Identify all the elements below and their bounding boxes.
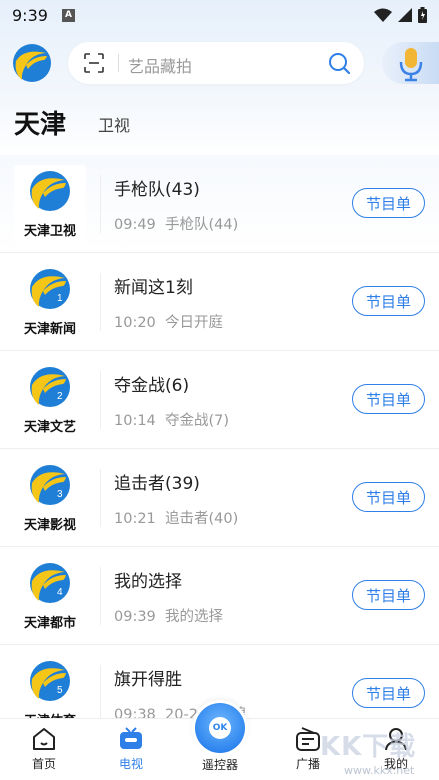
next-program: 10:14 夺金战(7) [114, 413, 230, 429]
now-playing: 夺金战(6) [114, 376, 190, 396]
channel-logo-name: 天津文艺 [23, 420, 76, 435]
divider [100, 469, 101, 527]
divider [100, 567, 101, 625]
nav-radio[interactable]: 广播 [278, 725, 338, 775]
channel-row[interactable]: 4 天津都市 我的选择 09:39 我的选择 节目单 [0, 547, 439, 645]
program-guide-button[interactable]: 节目单 [352, 580, 425, 610]
next-program: 10:20 今日开庭 [114, 315, 224, 331]
tianjin-tv-logo-icon [30, 171, 70, 211]
app-header: 艺品藏拍 [0, 40, 439, 88]
channel-logo: 2 天津文艺 [14, 361, 86, 439]
next-program: 09:39 我的选择 [114, 609, 224, 625]
channel-logo: 1 天津新闻 [14, 263, 86, 341]
radio-icon [296, 727, 320, 751]
nav-tv[interactable]: 电视 [101, 725, 161, 775]
divider [100, 665, 101, 723]
channel-number: 4 [57, 587, 63, 598]
search-input[interactable]: 艺品藏拍 [128, 53, 192, 77]
program-guide-button[interactable]: 节目单 [352, 678, 425, 708]
program-guide-button[interactable]: 节目单 [352, 188, 425, 218]
now-playing: 旗开得胜 [114, 670, 182, 690]
next-program: 09:49 手枪队(44) [114, 217, 239, 233]
user-icon [385, 728, 407, 751]
scan-icon[interactable] [84, 53, 104, 73]
search-icon[interactable] [328, 52, 350, 74]
status-icons [374, 7, 427, 23]
divider [100, 371, 101, 429]
microphone-icon [399, 48, 423, 82]
channel-logo-name: 天津影视 [23, 518, 76, 533]
nav-home[interactable]: 首页 [14, 725, 74, 775]
nav-tv-label: 电视 [118, 757, 143, 771]
remote-control-button[interactable]: OK [192, 700, 248, 756]
remote-ok-label: OK [209, 717, 231, 739]
channel-number: 3 [57, 489, 63, 500]
tianjin-tv-logo-icon: 2 [30, 367, 70, 407]
voice-search-button[interactable] [382, 42, 439, 84]
channel-logo-name: 天津新闻 [23, 322, 76, 337]
tianjin-tv-logo-icon: 4 [30, 563, 70, 603]
channel-logo: 4 天津都市 [14, 557, 86, 635]
region-title[interactable]: 天津 [14, 104, 66, 141]
tianjin-tv-logo-icon: 3 [30, 465, 70, 505]
next-program: 10:21 追击者(40) [114, 511, 239, 527]
nav-home-label: 首页 [31, 757, 56, 771]
tab-satellite[interactable]: 卫视 [98, 112, 130, 136]
channel-row[interactable]: 2 天津文艺 夺金战(6) 10:14 夺金战(7) 节目单 [0, 351, 439, 449]
channel-number: 1 [57, 293, 63, 304]
channel-row[interactable]: 3 天津影视 追击者(39) 10:21 追击者(40) 节目单 [0, 449, 439, 547]
divider [100, 273, 101, 331]
channel-row[interactable]: 1 天津新闻 新闻这1刻 10:20 今日开庭 节目单 [0, 253, 439, 351]
channel-logo-name: 天津都市 [23, 616, 76, 631]
battery-icon [418, 7, 427, 23]
tv-icon [120, 727, 142, 749]
tianjin-tv-logo-icon: 5 [30, 661, 70, 701]
program-guide-button[interactable]: 节目单 [352, 286, 425, 316]
app-logo-icon[interactable] [12, 43, 52, 83]
region-tabs: 天津 卫视 [0, 100, 439, 144]
nav-mine-label: 我的 [383, 757, 408, 771]
home-icon [33, 728, 55, 750]
channel-row[interactable]: 天津卫视 手枪队(43) 09:49 手枪队(44) 节目单 [0, 155, 439, 253]
now-playing: 新闻这1刻 [114, 278, 193, 298]
status-bar: 9:39 A [0, 0, 439, 30]
status-time: 9:39 [12, 5, 48, 25]
nav-remote-label: 遥控器 [201, 758, 238, 772]
signal-icon [398, 8, 412, 22]
nav-mine[interactable]: 我的 [366, 725, 426, 775]
channel-number: 2 [57, 391, 63, 402]
tianjin-tv-logo-icon: 1 [30, 269, 70, 309]
channel-logo-name: 天津卫视 [23, 224, 76, 239]
channel-number: 5 [57, 685, 63, 696]
wifi-icon [374, 8, 392, 22]
now-playing: 手枪队(43) [114, 180, 200, 200]
now-playing: 追击者(39) [114, 474, 200, 494]
remote-dpad-icon: OK [195, 703, 245, 753]
channel-logo: 天津卫视 [14, 165, 86, 243]
program-guide-button[interactable]: 节目单 [352, 384, 425, 414]
search-bar[interactable]: 艺品藏拍 [68, 42, 364, 84]
nav-radio-label: 广播 [295, 757, 320, 771]
channel-list: 天津卫视 手枪队(43) 09:49 手枪队(44) 节目单 1 天津新闻 新闻… [0, 155, 439, 743]
program-guide-button[interactable]: 节目单 [352, 482, 425, 512]
now-playing: 我的选择 [114, 572, 182, 592]
notification-icon: A [61, 8, 75, 22]
divider [100, 175, 101, 233]
channel-logo: 3 天津影视 [14, 459, 86, 537]
search-divider [118, 54, 119, 72]
